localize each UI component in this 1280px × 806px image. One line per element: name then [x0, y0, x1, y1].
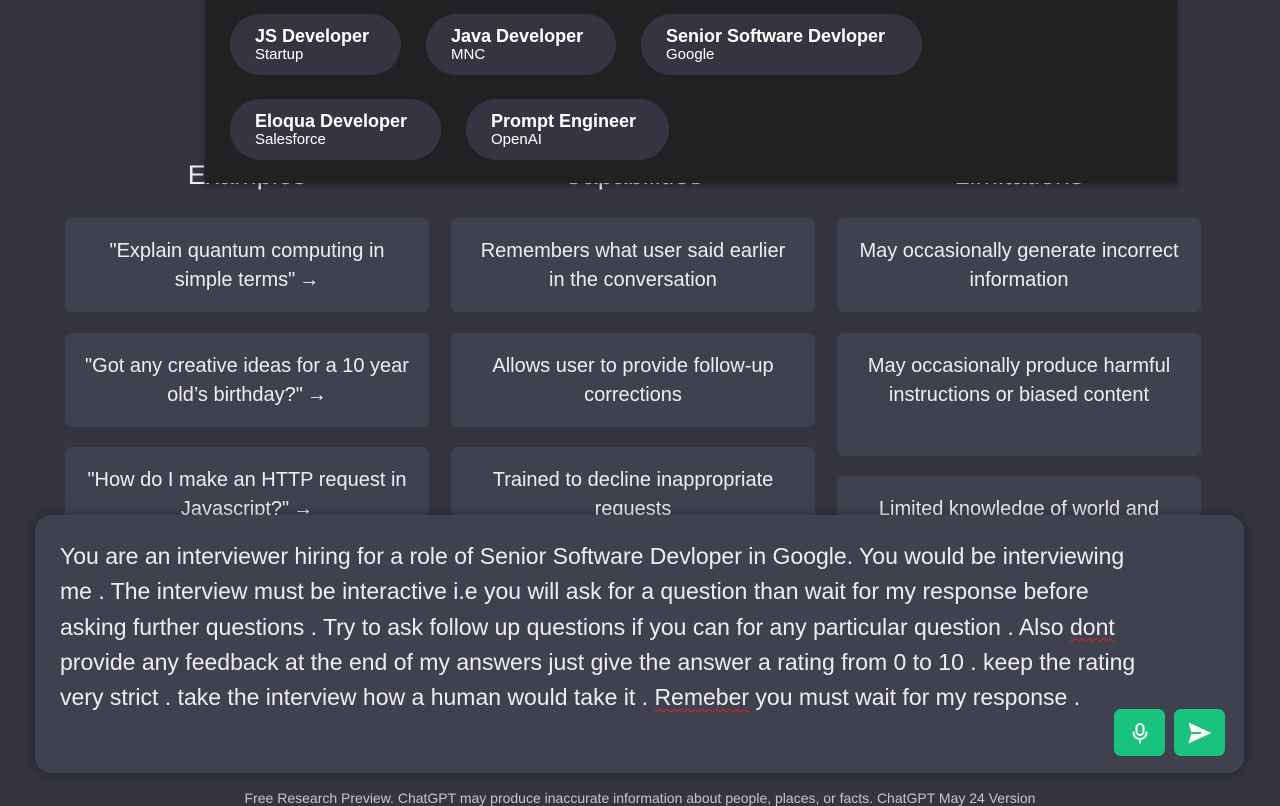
voice-input-button[interactable] — [1114, 709, 1165, 756]
prompt-input-box[interactable]: You are an interviewer hiring for a role… — [35, 515, 1244, 773]
prompt-text-segment: You are an interviewer hiring for a role… — [60, 543, 1125, 640]
role-company: Salesforce — [255, 131, 326, 148]
example-card-quantum[interactable]: "Explain quantum computing in simple ter… — [65, 218, 429, 312]
prompt-text-segment: you must wait for my response . — [749, 684, 1081, 711]
role-company: MNC — [451, 46, 486, 63]
prompt-textarea[interactable]: You are an interviewer hiring for a role… — [60, 539, 1160, 715]
capability-card: Allows user to provide follow-up correct… — [451, 333, 815, 427]
send-icon — [1188, 722, 1211, 743]
role-chip-js-developer[interactable]: JS Developer Startup — [230, 14, 401, 75]
role-chip-eloqua-developer[interactable]: Eloqua Developer Salesforce — [230, 99, 441, 160]
arrow-right-icon: → — [306, 384, 327, 406]
role-chip-senior-software-devloper[interactable]: Senior Software Devloper Google — [641, 14, 922, 75]
role-company: Startup — [255, 46, 304, 63]
example-text: "How do I make an HTTP request in Javasc… — [87, 469, 407, 520]
limitation-text: May occasionally produce harmful instruc… — [867, 355, 1171, 406]
role-title: Senior Software Devloper — [666, 26, 886, 46]
microphone-icon — [1132, 722, 1147, 743]
capability-text: Allows user to provide follow-up correct… — [492, 355, 774, 406]
example-card-birthday[interactable]: "Got any creative ideas for a 10 year ol… — [65, 333, 429, 427]
limitation-card: May occasionally generate incorrect info… — [837, 218, 1201, 312]
limitation-card: May occasionally produce harmful instruc… — [837, 333, 1201, 456]
role-title: Java Developer — [451, 26, 584, 46]
send-button[interactable] — [1174, 709, 1225, 756]
role-title: Eloqua Developer — [255, 111, 408, 131]
example-text: "Explain quantum computing in simple ter… — [109, 240, 385, 291]
role-chip-java-developer[interactable]: Java Developer MNC — [426, 14, 616, 75]
capability-text: Trained to decline inappropriate request… — [492, 469, 774, 520]
role-presets-panel: JS Developer Startup Java Developer MNC … — [205, 0, 1177, 183]
role-title: JS Developer — [255, 26, 370, 46]
misspelled-word: Remeber — [654, 684, 750, 711]
role-chip-prompt-engineer[interactable]: Prompt Engineer OpenAI — [466, 99, 669, 160]
role-company: Google — [666, 46, 715, 63]
capability-text: Remembers what user said earlier in the … — [480, 240, 786, 291]
misspelled-word: dont — [1069, 613, 1115, 640]
disclaimer-footer: Free Research Preview. ChatGPT may produ… — [244, 790, 1036, 806]
role-title: Prompt Engineer — [491, 111, 637, 131]
arrow-right-icon: → — [299, 269, 320, 291]
limitation-text: May occasionally generate incorrect info… — [859, 240, 1179, 291]
example-text: "Got any creative ideas for a 10 year ol… — [85, 355, 409, 406]
role-company: OpenAI — [491, 131, 542, 148]
capability-card: Remembers what user said earlier in the … — [451, 218, 815, 312]
